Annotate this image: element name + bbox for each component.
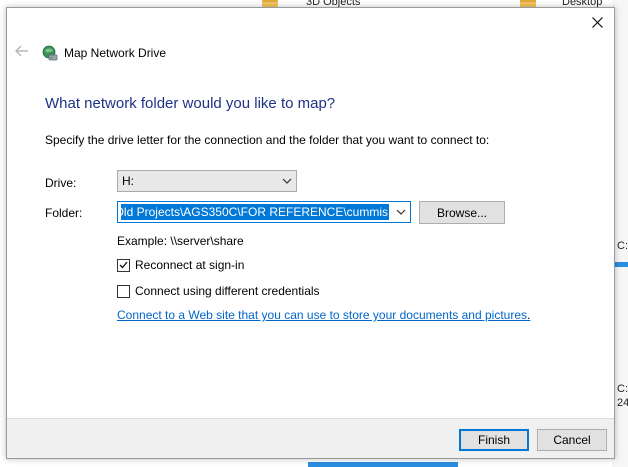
back-button[interactable] [14,43,30,59]
folder-value[interactable]: \Old Projects\AGS350C\FOR REFERENCE\cumm… [121,204,389,220]
folder-label: Folder: [45,206,83,220]
close-icon [591,16,603,28]
folder-dropdown-button[interactable] [391,202,410,222]
map-network-drive-dialog: Map Network Drive What network folder wo… [6,7,615,459]
link-period: . [527,308,531,322]
web-site-link[interactable]: Connect to a Web site that you can use t… [117,308,527,322]
bg-drive-usage-bar [615,262,628,267]
network-drive-icon [42,45,58,61]
bg-drive-label: C: [617,240,628,252]
reconnect-checkbox[interactable] [117,258,130,272]
folder-input[interactable]: \Old Projects\AGS350C\FOR REFERENCE\cumm… [117,201,411,223]
browse-button[interactable]: Browse... [419,201,505,224]
back-arrow-icon [15,45,28,57]
instruction-text: Specify the drive letter for the connect… [45,133,490,147]
drive-select[interactable]: H: [117,170,297,192]
drive-label: Drive: [45,176,77,190]
example-text: Example: \\server\share [117,234,244,248]
drive-value: H: [122,174,134,188]
folder-text-area: \Old Projects\AGS350C\FOR REFERENCE\cumm… [121,204,389,220]
chevron-down-icon [282,178,292,184]
reconnect-label[interactable]: Reconnect at sign-in [135,258,244,272]
credentials-checkbox[interactable] [117,284,130,298]
bg-drive-size: 24 [617,397,628,409]
finish-button[interactable]: Finish [459,429,529,451]
dialog-title: Map Network Drive [64,46,167,60]
page-heading: What network folder would you like to ma… [45,95,336,112]
credentials-label[interactable]: Connect using different credentials [135,284,320,298]
chevron-down-icon [396,209,405,215]
cancel-button[interactable]: Cancel [537,429,607,451]
checkmark-icon [119,261,128,269]
credentials-checkbox-row[interactable]: Connect using different credentials [117,284,320,298]
bg-drive-label: C: [617,383,628,395]
dialog-footer: Finish Cancel [7,418,614,458]
close-button[interactable] [586,12,608,32]
web-site-link-row: Connect to a Web site that you can use t… [117,308,530,322]
reconnect-checkbox-row[interactable]: Reconnect at sign-in [117,258,244,272]
bg-progress-bar [308,462,458,467]
drive-dropdown-button[interactable] [278,171,296,191]
